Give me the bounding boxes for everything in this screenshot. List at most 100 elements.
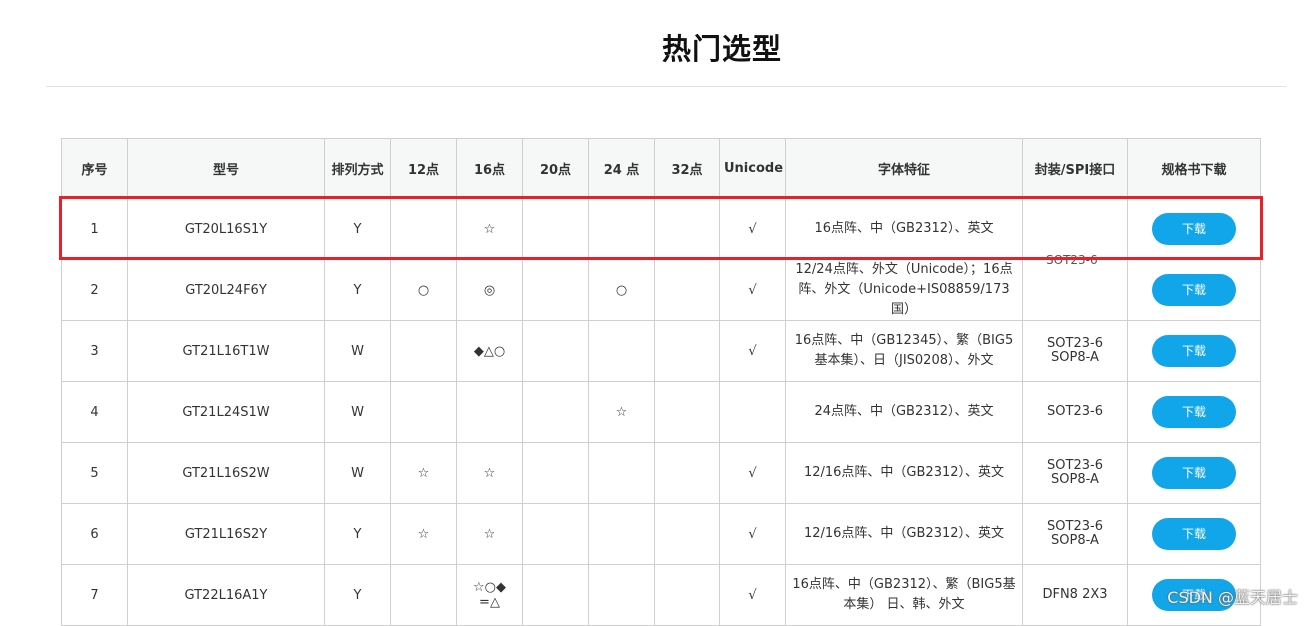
row-unicode: √ xyxy=(719,259,786,321)
row-download-cell: 下载 xyxy=(1127,503,1261,565)
row-unicode: √ xyxy=(719,198,786,260)
row-unicode: √ xyxy=(719,503,786,565)
row-24pt xyxy=(588,503,655,565)
row-unicode xyxy=(719,381,786,443)
row-24pt xyxy=(588,198,655,260)
header-12pt: 12点 xyxy=(390,138,457,199)
row-download-cell: 下载 xyxy=(1127,259,1261,321)
title-divider xyxy=(46,86,1286,87)
row-12pt xyxy=(390,320,457,382)
row-font-features: 16点阵、中（GB12345）、繁（BIG5基本集）、日（JIS0208）、外文 xyxy=(785,320,1023,382)
row-12pt: ☆ xyxy=(390,503,457,565)
row-download-cell: 下载 xyxy=(1127,442,1261,504)
product-selection-table: 序号 型号 排列方式 12点 16点 20点 24 点 32点 Unicode … xyxy=(61,138,1261,626)
download-button[interactable]: 下载 xyxy=(1152,396,1236,428)
row-24pt xyxy=(588,564,655,626)
row-32pt xyxy=(654,320,720,382)
row-index: 1 xyxy=(61,198,128,260)
row-download-cell: 下载 xyxy=(1127,198,1261,260)
header-font-features: 字体特征 xyxy=(785,138,1023,199)
row-20pt xyxy=(522,381,589,443)
row-model: GT20L24F6Y xyxy=(127,259,325,321)
row-font-features: 24点阵、中（GB2312）、英文 xyxy=(785,381,1023,443)
row-arrangement: Y xyxy=(324,198,391,260)
row-16pt: ☆ xyxy=(456,442,523,504)
row-arrangement: Y xyxy=(324,259,391,321)
row-20pt xyxy=(522,442,589,504)
table-row: 6 GT21L16S2Y Y ☆ ☆ √ 12/16点阵、中（GB2312）、英… xyxy=(61,503,1261,565)
row-unicode: √ xyxy=(719,320,786,382)
row-download-cell: 下载 xyxy=(1127,381,1261,443)
row-index: 4 xyxy=(61,381,128,443)
row-model: GT20L16S1Y xyxy=(127,198,325,260)
row-24pt: ○ xyxy=(588,259,655,321)
download-button[interactable]: 下载 xyxy=(1152,457,1236,489)
row-download-cell: 下载 xyxy=(1127,320,1261,382)
row-32pt xyxy=(654,381,720,443)
row-model: GT22L16A1Y xyxy=(127,564,325,626)
download-button[interactable]: 下载 xyxy=(1152,518,1236,550)
row-24pt: ☆ xyxy=(588,381,655,443)
header-model: 型号 xyxy=(127,138,325,199)
row-20pt xyxy=(522,259,589,321)
row-index: 2 xyxy=(61,259,128,321)
page-title: 热门选型 xyxy=(661,32,782,66)
row-32pt xyxy=(654,564,720,626)
row-unicode: √ xyxy=(719,442,786,504)
header-unicode: Unicode xyxy=(719,138,786,199)
table-header-row: 序号 型号 排列方式 12点 16点 20点 24 点 32点 Unicode … xyxy=(61,138,1261,199)
table-row: 5 GT21L16S2W W ☆ ☆ √ 12/16点阵、中（GB2312）、英… xyxy=(61,442,1261,504)
row-16pt: ☆ xyxy=(456,198,523,260)
header-arrangement: 排列方式 xyxy=(324,138,391,199)
row-24pt xyxy=(588,442,655,504)
row-arrangement: W xyxy=(324,442,391,504)
row-20pt xyxy=(522,564,589,626)
row-24pt xyxy=(588,320,655,382)
row-package: SOT23-6 SOP8-A xyxy=(1022,503,1128,565)
header-16pt: 16点 xyxy=(456,138,523,199)
row-arrangement: W xyxy=(324,320,391,382)
row-20pt xyxy=(522,320,589,382)
row-model: GT21L24S1W xyxy=(127,381,325,443)
download-button[interactable]: 下载 xyxy=(1152,335,1236,367)
row-model: GT21L16S2W xyxy=(127,442,325,504)
header-package: 封装/SPI接口 xyxy=(1022,138,1128,199)
row-32pt xyxy=(654,198,720,260)
row-20pt xyxy=(522,503,589,565)
row-index: 5 xyxy=(61,442,128,504)
row-model: GT21L16S2Y xyxy=(127,503,325,565)
table-row: 7 GT22L16A1Y Y ☆○◆ =△ √ 16点阵、中（GB2312）、繁… xyxy=(61,564,1261,626)
row-32pt xyxy=(654,259,720,321)
row-arrangement: Y xyxy=(324,564,391,626)
row-font-features: 16点阵、中（GB2312）、英文 xyxy=(785,198,1023,260)
row-16pt xyxy=(456,381,523,443)
row-arrangement: W xyxy=(324,381,391,443)
header-datasheet: 规格书下载 xyxy=(1127,138,1261,199)
table-row: 1 GT20L16S1Y Y ☆ √ 16点阵、中（GB2312）、英文 下载 xyxy=(61,198,1261,260)
row-16pt: ☆ xyxy=(456,503,523,565)
download-button[interactable]: 下载 xyxy=(1152,213,1236,245)
row-index: 3 xyxy=(61,320,128,382)
table-row: 2 GT20L24F6Y Y ○ ◎ ○ √ 12/24点阵、外文（Unicod… xyxy=(61,259,1261,321)
row-package: SOT23-6 SOP8-A xyxy=(1022,320,1128,382)
row-package xyxy=(1022,198,1128,260)
merged-package-label: SOT23-6 xyxy=(1046,253,1098,267)
row-32pt xyxy=(654,503,720,565)
row-12pt: ☆ xyxy=(390,442,457,504)
row-font-features: 12/24点阵、外文（Unicode）；16点阵、外文（Unicode+IS08… xyxy=(785,259,1023,321)
header-index: 序号 xyxy=(61,138,128,199)
row-index: 7 xyxy=(61,564,128,626)
row-package: SOT23-6 xyxy=(1022,381,1128,443)
row-16pt: ◆△○ xyxy=(456,320,523,382)
row-model: GT21L16T1W xyxy=(127,320,325,382)
row-index: 6 xyxy=(61,503,128,565)
row-font-features: 12/16点阵、中（GB2312）、英文 xyxy=(785,442,1023,504)
row-16pt: ◎ xyxy=(456,259,523,321)
header-24pt: 24 点 xyxy=(588,138,655,199)
table-row: 3 GT21L16T1W W ◆△○ √ 16点阵、中（GB12345）、繁（B… xyxy=(61,320,1261,382)
row-12pt xyxy=(390,381,457,443)
row-unicode: √ xyxy=(719,564,786,626)
watermark: CSDN @蓝天居士 xyxy=(1167,588,1298,607)
row-12pt: ○ xyxy=(390,259,457,321)
download-button[interactable]: 下载 xyxy=(1152,274,1236,306)
